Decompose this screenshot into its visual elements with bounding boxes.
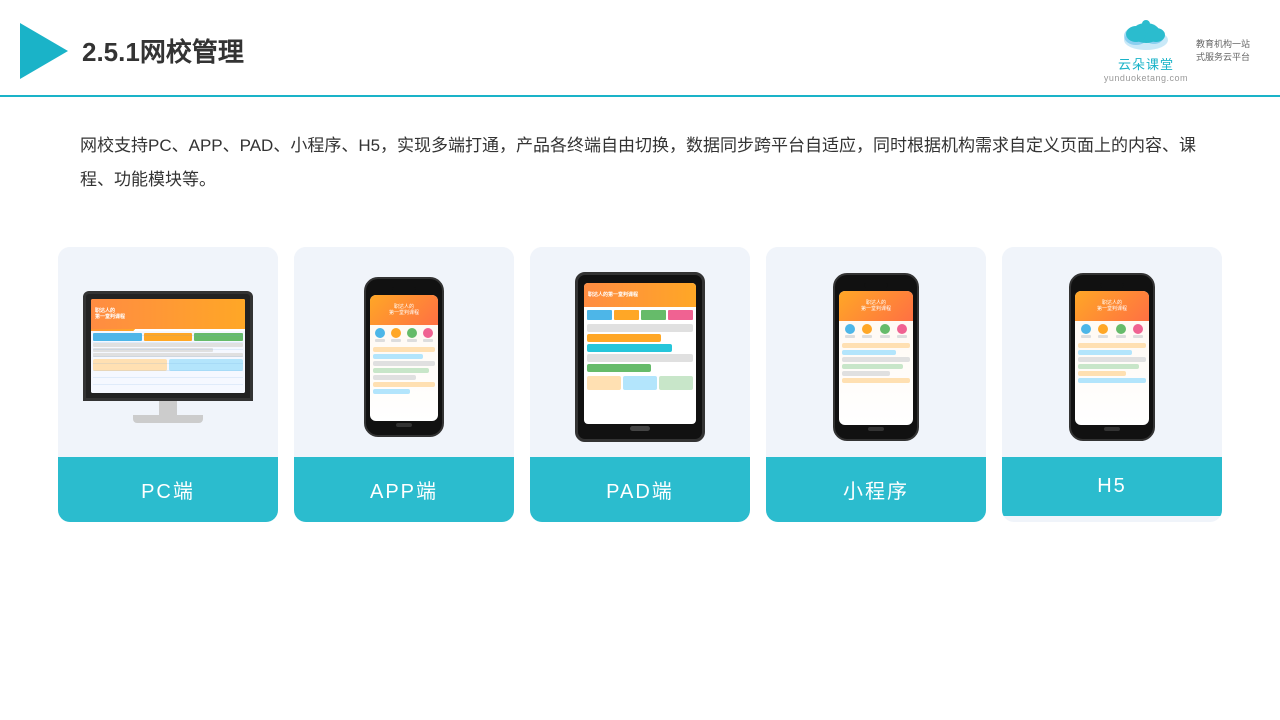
description-text: 网校支持PC、APP、PAD、小程序、H5，实现多端打通，产品各终端自由切换，数…: [0, 97, 1280, 217]
phone-h5-icon-label-4: [1133, 335, 1143, 338]
header: 2.5.1网校管理 云朵课堂 yunduoketang.com 教育机构一站式服…: [0, 0, 1280, 97]
phone-mini-icons: [839, 321, 913, 341]
card-app-image: 职达人的第一堂判课程: [294, 247, 514, 457]
tablet-screen-body: [584, 307, 696, 393]
phone-h5-icon-2: [1098, 324, 1108, 338]
card-pad-label: PAD端: [530, 457, 750, 522]
phone-mini-icon-label-3: [880, 335, 890, 338]
tablet-row-5: [587, 364, 651, 372]
phone-h5-icon-label-3: [1116, 335, 1126, 338]
phone-mini-icon-circle-1: [845, 324, 855, 334]
brand-tagline: 教育机构一站式服务云平台: [1196, 38, 1250, 63]
phone-h5-icon-circle-4: [1133, 324, 1143, 334]
phone-mini-screen: 职达人的第一堂判课程: [839, 291, 913, 425]
header-right: 云朵课堂 yunduoketang.com 教育机构一站式服务云平台: [1104, 18, 1250, 83]
phone-notch: [392, 287, 416, 292]
pc-neck: [159, 401, 177, 415]
phone-h5-home: [1104, 427, 1120, 431]
pc-device-mockup: 职达人的第一堂判课程: [83, 291, 253, 423]
tablet-home-bar: [630, 426, 650, 431]
phone-h5-screen: 职达人的第一堂判课程: [1075, 291, 1149, 425]
phone-icons-row: [370, 325, 438, 345]
tablet-row-1: [587, 324, 693, 332]
card-miniprogram: 职达人的第一堂判课程: [766, 247, 986, 522]
phone-mini-icon-label-1: [845, 335, 855, 338]
phone-mini-icon-circle-2: [862, 324, 872, 334]
phone-mini-icon-1: [845, 324, 855, 338]
phone-mini-mockup: 职达人的第一堂判课程: [833, 273, 919, 441]
phone-h5-icon-circle-2: [1098, 324, 1108, 334]
phone-app-mockup: 职达人的第一堂判课程: [364, 277, 444, 437]
phone-banner: 职达人的第一堂判课程: [370, 295, 438, 325]
card-pad: 职达人的第一堂判课程: [530, 247, 750, 522]
card-app: 职达人的第一堂判课程: [294, 247, 514, 522]
phone-mini-icon-circle-4: [897, 324, 907, 334]
phone-mini-icon-2: [862, 324, 872, 338]
phone-icon-label-4: [423, 339, 433, 342]
phone-screen: 职达人的第一堂判课程: [370, 295, 438, 421]
phone-icon-circle-2: [391, 328, 401, 338]
page-title: 2.5.1网校管理: [82, 32, 244, 69]
phone-icon-label-1: [375, 339, 385, 342]
phone-h5-mockup: 职达人的第一堂判课程: [1069, 273, 1155, 441]
tablet-row-4: [587, 354, 693, 362]
phone-h5-icon-label-2: [1098, 335, 1108, 338]
header-left: 2.5.1网校管理: [20, 23, 244, 79]
tablet-screen-header: 职达人的第一堂判课程: [584, 283, 696, 307]
phone-icon-1: [375, 328, 385, 342]
phone-icon-3: [407, 328, 417, 342]
phone-mini-home: [868, 427, 884, 431]
tablet-screen: 职达人的第一堂判课程: [584, 283, 696, 424]
tablet-row-2: [587, 334, 661, 342]
phone-icon-circle-1: [375, 328, 385, 338]
logo-triangle-icon: [20, 23, 68, 79]
card-h5-image: 职达人的第一堂判课程: [1002, 247, 1222, 457]
phone-icon-label-2: [391, 339, 401, 342]
phone-icon-2: [391, 328, 401, 342]
card-h5: 职达人的第一堂判课程: [1002, 247, 1222, 522]
phone-h5-banner: 职达人的第一堂判课程: [1075, 291, 1149, 321]
phone-mini-icon-label-2: [862, 335, 872, 338]
phone-h5-icons: [1075, 321, 1149, 341]
phone-h5-icon-circle-3: [1116, 324, 1126, 334]
brand-name: 云朵课堂: [1118, 54, 1174, 73]
phone-h5-icon-3: [1116, 324, 1126, 338]
card-pc-label: PC端: [58, 457, 278, 522]
cloud-icon: [1116, 18, 1176, 54]
pc-screen-outer: 职达人的第一堂判课程: [83, 291, 253, 401]
tablet-mockup: 职达人的第一堂判课程: [575, 272, 705, 442]
phone-icon-4: [423, 328, 433, 342]
phone-mini-notch: [864, 283, 888, 288]
phone-home-button: [396, 423, 412, 427]
phone-h5-icon-4: [1133, 324, 1143, 338]
phone-mini-banner: 职达人的第一堂判课程: [839, 291, 913, 321]
brand-url: yunduoketang.com: [1104, 73, 1188, 83]
pc-screen-inner: 职达人的第一堂判课程: [91, 299, 245, 393]
phone-mini-icon-circle-3: [880, 324, 890, 334]
phone-mini-icon-3: [880, 324, 890, 338]
phone-h5-icon-label-1: [1081, 335, 1091, 338]
pc-base: [133, 415, 203, 423]
phone-icon-label-3: [407, 339, 417, 342]
phone-mini-icon-4: [897, 324, 907, 338]
card-miniprogram-label: 小程序: [766, 457, 986, 522]
card-miniprogram-image: 职达人的第一堂判课程: [766, 247, 986, 457]
cards-container: 职达人的第一堂判课程: [0, 227, 1280, 542]
card-h5-label: H5: [1002, 457, 1222, 516]
brand-logo: 云朵课堂 yunduoketang.com: [1104, 18, 1188, 83]
phone-h5-icon-1: [1081, 324, 1091, 338]
card-pad-image: 职达人的第一堂判课程: [530, 247, 750, 457]
tablet-row-3: [587, 344, 672, 352]
card-pc-image: 职达人的第一堂判课程: [58, 247, 278, 457]
phone-h5-icon-circle-1: [1081, 324, 1091, 334]
phone-icon-circle-4: [423, 328, 433, 338]
phone-h5-notch: [1100, 283, 1124, 288]
card-pc: 职达人的第一堂判课程: [58, 247, 278, 522]
card-app-label: APP端: [294, 457, 514, 522]
phone-icon-circle-3: [407, 328, 417, 338]
phone-mini-icon-label-4: [897, 335, 907, 338]
